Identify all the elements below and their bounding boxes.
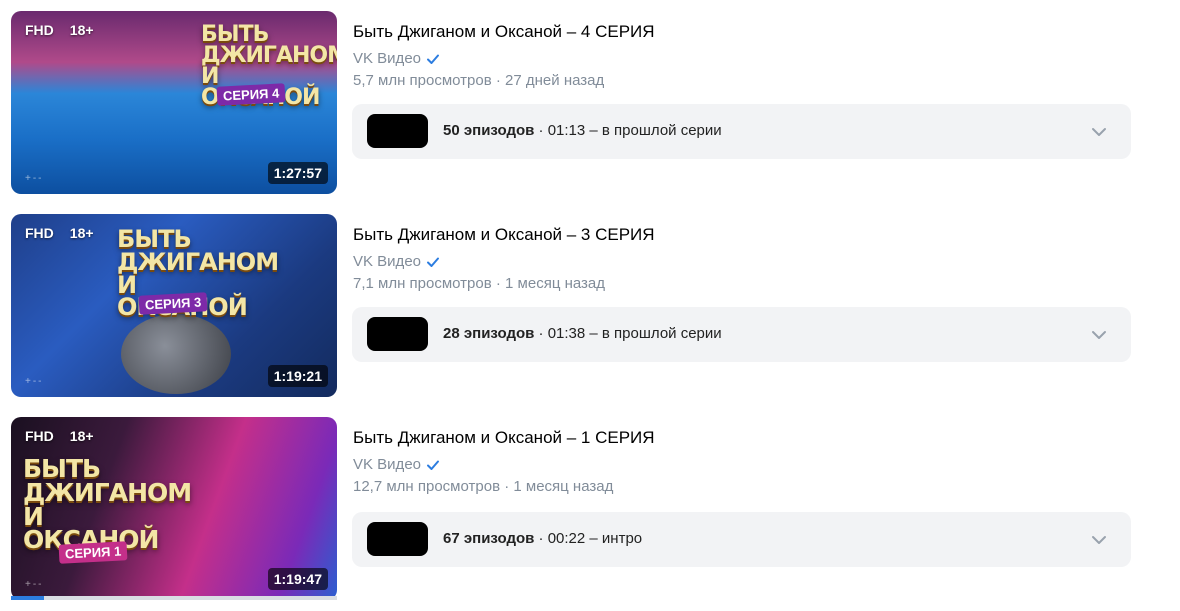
duration-badge: 1:19:21 [267, 365, 328, 387]
video-title[interactable]: Быть Джиганом и Оксаной – 3 СЕРИЯ [353, 225, 655, 245]
episodes-dropdown[interactable]: 50 эпизодов · 01:13 – в прошлой серии [352, 104, 1131, 159]
age-rating-badge: 18+ [69, 22, 94, 38]
publish-date: 27 дней назад [505, 72, 605, 89]
meta-separator: · [491, 275, 506, 292]
channel-link[interactable]: VK Видео [353, 253, 440, 270]
episodes-dropdown[interactable]: 67 эпизодов · 00:22 – интро [352, 512, 1131, 567]
video-item: БЫТЬ ДЖИГАНОМ И ОКСАНОЙ СЕРИЯ 3 FHD 18+ … [0, 214, 1180, 404]
meta-separator: · [500, 478, 514, 495]
age-rating-badge: 18+ [69, 428, 94, 444]
video-meta: 12,7 млн просмотров · 1 месяц назад [353, 478, 613, 495]
watermark-icon: +-- [25, 579, 44, 590]
channel-link[interactable]: VK Видео [353, 456, 440, 473]
thumbnail-series-tag: СЕРИЯ 4 [216, 83, 286, 106]
meta-separator: · [491, 72, 506, 89]
video-meta: 5,7 млн просмотров · 27 дней назад [353, 72, 604, 89]
watermark-icon: +-- [25, 376, 44, 387]
video-title[interactable]: Быть Джиганом и Оксаной – 1 СЕРИЯ [353, 428, 655, 448]
redacted-block [367, 114, 428, 148]
watch-progress-bar [11, 596, 337, 600]
channel-link[interactable]: VK Видео [353, 50, 440, 67]
chevron-down-icon[interactable] [1089, 325, 1109, 345]
publish-date: 1 месяц назад [513, 478, 614, 495]
view-count: 7,1 млн просмотров [353, 275, 492, 292]
view-count: 5,7 млн просмотров [353, 72, 492, 89]
video-item: БЫТЬ ДЖИГАНОМ И ОКСАНОЙ СЕРИЯ 1 FHD 18+ … [0, 417, 1180, 607]
episodes-count: 50 эпизодов [443, 122, 535, 139]
episodes-count: 28 эпизодов [443, 325, 535, 342]
thumbnail-series-tag: СЕРИЯ 1 [58, 541, 128, 564]
thumbnail-badges: FHD 18+ [25, 225, 94, 241]
verified-check-icon [427, 460, 439, 470]
verified-check-icon [427, 54, 439, 64]
video-thumbnail[interactable]: БЫТЬ ДЖИГАНОМ И ОКСАНОЙ СЕРИЯ 3 FHD 18+ … [11, 214, 337, 397]
video-thumbnail[interactable]: БЫТЬ ДЖИГАНОМ И ОКСАНОЙ СЕРИЯ 4 FHD 18+ … [11, 11, 337, 194]
duration-badge: 1:19:47 [267, 568, 328, 590]
episodes-detail: · 01:38 – в прошлой серии [534, 325, 722, 342]
quality-badge: FHD [25, 22, 54, 38]
channel-name: VK Видео [353, 50, 421, 67]
publish-date: 1 месяц назад [505, 275, 606, 292]
video-thumbnail[interactable]: БЫТЬ ДЖИГАНОМ И ОКСАНОЙ СЕРИЯ 1 FHD 18+ … [11, 417, 337, 600]
video-title[interactable]: Быть Джиганом и Оксаной – 4 СЕРИЯ [353, 22, 655, 42]
duration-badge: 1:27:57 [267, 162, 328, 184]
redacted-block [367, 522, 428, 556]
chevron-down-icon[interactable] [1089, 530, 1109, 550]
episodes-dropdown[interactable]: 28 эпизодов · 01:38 – в прошлой серии [352, 307, 1131, 362]
quality-badge: FHD [25, 225, 54, 241]
quality-badge: FHD [25, 428, 54, 444]
thumbnail-badges: FHD 18+ [25, 22, 94, 38]
video-item: БЫТЬ ДЖИГАНОМ И ОКСАНОЙ СЕРИЯ 4 FHD 18+ … [0, 11, 1180, 201]
watermark-icon: +-- [25, 173, 44, 184]
thumbnail-series-tag: СЕРИЯ 3 [138, 292, 208, 315]
thumbnail-title-text: БЫТЬ ДЖИГАНОМ И ОКСАНОЙ [23, 454, 192, 555]
episodes-detail: · 01:13 – в прошлой серии [534, 122, 722, 139]
watch-progress-fill [11, 596, 44, 600]
redacted-block [367, 317, 428, 351]
verified-check-icon [427, 257, 439, 267]
view-count: 12,7 млн просмотров [353, 478, 501, 495]
channel-name: VK Видео [353, 456, 421, 473]
episodes-summary: 67 эпизодов · 00:22 – интро [443, 530, 642, 547]
episodes-summary: 50 эпизодов · 01:13 – в прошлой серии [443, 122, 722, 139]
channel-name: VK Видео [353, 253, 421, 270]
kettlebell-shape [121, 314, 231, 394]
chevron-down-icon[interactable] [1089, 122, 1109, 142]
thumbnail-badges: FHD 18+ [25, 428, 94, 444]
video-meta: 7,1 млн просмотров · 1 месяц назад [353, 275, 605, 292]
episodes-summary: 28 эпизодов · 01:38 – в прошлой серии [443, 325, 722, 342]
episodes-count: 67 эпизодов [443, 530, 535, 547]
episodes-detail: · 00:22 – интро [534, 530, 643, 547]
age-rating-badge: 18+ [69, 225, 94, 241]
